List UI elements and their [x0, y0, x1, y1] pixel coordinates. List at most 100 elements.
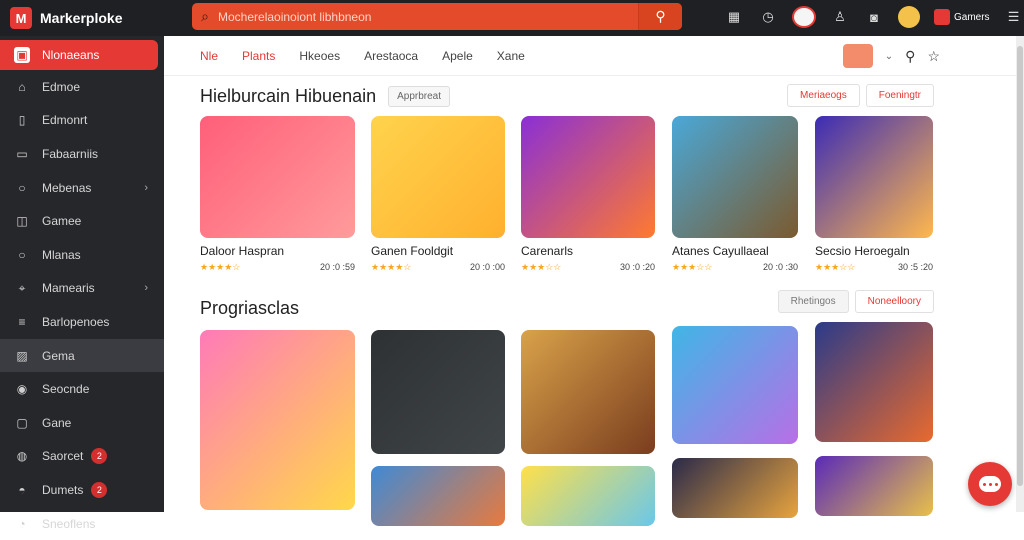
star-icon[interactable]: ☆ — [927, 48, 940, 65]
notification-badge: 2 — [91, 448, 108, 465]
chat-bubble-icon — [979, 476, 1001, 492]
sidebar-item-label: Saorcet — [42, 449, 84, 464]
game-thumbnail[interactable] — [672, 116, 798, 238]
game-title[interactable]: Ganen Fooldgit — [371, 244, 505, 258]
scroll-thumb[interactable] — [1017, 46, 1023, 486]
sidebar-item-label: Gema — [42, 348, 75, 363]
chat-icon[interactable]: ◙ — [864, 7, 884, 27]
game-title[interactable]: Carenarls — [521, 244, 655, 258]
sidebar-item[interactable]: ≡ Barlopenoes — [0, 305, 164, 339]
sidebar-item[interactable]: ◉ Seocnde — [0, 372, 164, 406]
game-thumbnail[interactable] — [815, 322, 933, 442]
game-thumbnail[interactable] — [521, 330, 655, 454]
sidebar-item-label: Mebenas — [42, 180, 92, 195]
game-thumbnail[interactable] — [521, 116, 655, 238]
rating-stars: ★★★☆☆ — [521, 262, 562, 272]
sidebar-item[interactable]: ○ Mebenas › — [0, 171, 164, 205]
store-icon: ▣ — [14, 47, 30, 63]
top-icons: ▦ ◷ ♙ ◙ Gamers ☰ — [724, 6, 1024, 28]
chat-fab-button[interactable] — [968, 462, 1012, 506]
tab[interactable]: Hkeoes — [299, 49, 340, 63]
tab[interactable]: Xane — [497, 49, 525, 63]
game-meta: ★★★★☆ 20 :0 :00 — [371, 262, 505, 273]
image-icon: ▨ — [16, 348, 28, 363]
game-avatar[interactable] — [842, 44, 873, 68]
notification-badge: 2 — [91, 481, 108, 498]
user-icon[interactable]: ♙ — [830, 7, 850, 27]
game-thumbnail[interactable] — [815, 116, 933, 238]
menu-icon[interactable]: ☰ — [1004, 7, 1024, 27]
filter-pill[interactable]: Apprbreat — [388, 86, 451, 107]
game-title[interactable]: Daloor Haspran — [200, 244, 355, 258]
sidebar-item[interactable]: ⌖ Mamearis › — [0, 272, 164, 306]
search-button[interactable]: ⚲ — [638, 3, 682, 30]
circle-icon: ○ — [18, 247, 26, 262]
game-card[interactable]: Secsio Heroegaln ★★★☆☆ 30 :5 :20 — [815, 116, 933, 273]
game-title[interactable]: Atanes Cayullaeal — [672, 244, 798, 258]
section-action-button[interactable]: Noneelloory — [854, 290, 934, 313]
sidebar-item-label: Sneoflens — [42, 516, 96, 531]
sidebar-item[interactable]: ○ Mlanas — [0, 238, 164, 272]
game-card[interactable]: Carenarls ★★★☆☆ 30 :0 :20 — [521, 116, 655, 273]
game-card[interactable]: Atanes Cayullaeal ★★★☆☆ 20 :0 :30 — [672, 116, 798, 273]
rating-stars: ★★★★☆ — [371, 262, 412, 272]
sidebar-item[interactable]: ▢ Gane — [0, 406, 164, 440]
sidebar-item[interactable]: ◫ Gamee — [0, 204, 164, 238]
user-chip[interactable]: Gamers — [934, 9, 990, 25]
chevron-right-icon: › — [144, 181, 148, 194]
tab[interactable]: Apele — [442, 49, 473, 63]
sidebar-item[interactable]: ▯ Edmonrt — [0, 104, 164, 138]
game-card[interactable]: Ganen Fooldgit ★★★★☆ 20 :0 :00 — [371, 116, 505, 273]
game-thumbnail[interactable] — [672, 458, 798, 518]
sidebar-item[interactable]: ▨ Gema — [0, 338, 164, 373]
main-content: Nle Plants Hkeoes Arestaoca Apele Xane ⌄ ⚲ ☆ … — [164, 36, 1016, 526]
grid-icon[interactable]: ▦ — [724, 7, 744, 27]
sidebar-item[interactable]: ◓ Dumets 2 — [0, 473, 164, 507]
section-title: Hielburcain Hibuenain — [200, 86, 377, 106]
scrollbar[interactable] — [1016, 36, 1024, 512]
sidebar-item[interactable]: ⌂ Edmoe — [0, 70, 164, 104]
section-action-button[interactable]: Meriaeogs — [787, 84, 860, 107]
game-card[interactable]: Daloor Haspran ★★★★☆ 20 :0 :59 — [200, 116, 355, 273]
chevron-down-icon[interactable]: ⌄ — [885, 51, 893, 62]
top-bar: M Markerplokе ⌕ ⚲ ▦ ◷ ♙ ◙ Gamers ☰ — [0, 0, 1024, 36]
game-title[interactable]: Secsio Heroegaln — [815, 244, 933, 258]
game-stats: 20 :0 :00 — [469, 262, 505, 272]
sidebar-item-label: Gane — [42, 415, 72, 430]
game-thumbnail[interactable] — [371, 466, 505, 526]
sidebar-item[interactable]: ▣ Nlonaeans — [0, 40, 158, 70]
sidebar-item-label: Fabaarniis — [42, 146, 99, 161]
search-bar: ⌕ ⚲ — [192, 3, 682, 30]
profile-avatar[interactable] — [792, 6, 816, 28]
tab-actions: ⌄ ⚲ ☆ — [842, 44, 940, 68]
game-thumbnail[interactable] — [200, 116, 355, 238]
circle-icon: ○ — [18, 180, 26, 195]
trash-icon: ▢ — [16, 415, 28, 430]
game-thumbnail[interactable] — [521, 466, 655, 526]
game-thumbnail[interactable] — [371, 330, 505, 454]
user-label: Gamers — [954, 11, 990, 23]
game-stats: 20 :0 :59 — [319, 262, 355, 272]
gift-icon — [934, 9, 950, 25]
sidebar-item[interactable]: ▭ Fabaarniis — [0, 137, 164, 171]
app-logo[interactable]: M Markerplokе — [0, 7, 164, 29]
tab[interactable]: Plants — [242, 49, 275, 63]
tab[interactable]: Nle — [200, 49, 218, 63]
history-icon[interactable]: ◷ — [758, 7, 778, 27]
disc-icon: ◉ — [16, 382, 28, 397]
chevron-right-icon: › — [144, 282, 148, 295]
logo-icon: M — [10, 7, 32, 29]
sidebar-item-label: Seocnde — [42, 382, 90, 397]
search-icon[interactable]: ⚲ — [905, 48, 915, 65]
section-action-button[interactable]: Foeningtr — [865, 84, 934, 107]
search-input[interactable] — [218, 3, 638, 30]
tab[interactable]: Arestaoca — [364, 49, 418, 63]
game-thumbnail[interactable] — [371, 116, 505, 238]
sidebar-item-label: Edmoe — [42, 79, 81, 94]
game-thumbnail[interactable] — [672, 326, 798, 444]
friend-avatar[interactable] — [898, 6, 920, 28]
game-thumbnail[interactable] — [200, 330, 355, 510]
sort-dropdown[interactable]: Rhetingos — [777, 290, 849, 313]
game-thumbnail[interactable] — [815, 456, 933, 516]
sidebar-item[interactable]: ◍ Saorcet 2 — [0, 440, 164, 474]
